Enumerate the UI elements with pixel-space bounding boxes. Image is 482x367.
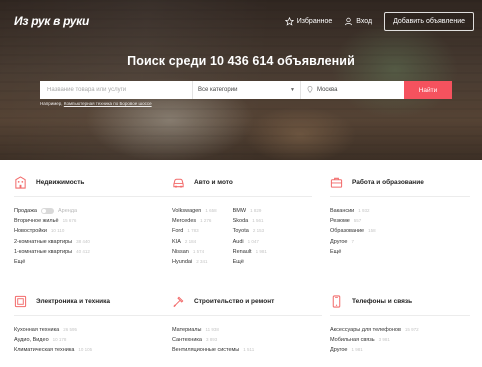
list-item[interactable]: Skoda 1 561 bbox=[233, 216, 267, 226]
city-value: Москва bbox=[317, 87, 338, 93]
list-item[interactable]: Другое 7 bbox=[330, 237, 470, 247]
divider bbox=[172, 196, 312, 197]
toggle-right-label: Аренда bbox=[57, 208, 78, 214]
more-link[interactable]: Ещё bbox=[330, 247, 470, 257]
login-link[interactable]: Вход bbox=[344, 17, 372, 26]
list-item[interactable]: Hyundai 2 341 bbox=[172, 257, 217, 267]
category-header[interactable]: Авто и мото bbox=[172, 175, 312, 189]
category-phones: Телефоны и связь Аксессуары для телефоно… bbox=[330, 294, 470, 356]
divider bbox=[172, 315, 322, 316]
category-list: Вакансии 1 932 Резюме 557 Образование 158 Д… bbox=[330, 206, 470, 257]
list-item[interactable]: Другое 1 981 bbox=[330, 345, 470, 355]
toggle-switch[interactable] bbox=[40, 208, 54, 215]
list-item[interactable]: BMW 1 829 bbox=[233, 206, 267, 216]
category-jobs: Работа и образование Вакансии 1 932 Резюм… bbox=[330, 175, 470, 257]
category-title: Строительство и ремонт bbox=[194, 297, 275, 305]
category-header[interactable]: Телефоны и связь bbox=[330, 294, 470, 308]
category-list: Продажа Аренда Вторичное жильё 15 676 Нов… bbox=[14, 206, 174, 267]
hammer-icon bbox=[172, 295, 185, 308]
briefcase-icon bbox=[330, 176, 343, 189]
list-item[interactable]: Кухонная техника 26 595 bbox=[14, 325, 174, 335]
category-header[interactable]: Электроника и техника bbox=[14, 294, 174, 308]
category-list: Материалы 11 938 Сантехника 3 893 Вентиляц… bbox=[172, 325, 322, 356]
toggle-left-label: Продажа bbox=[14, 208, 37, 214]
search-input[interactable] bbox=[40, 81, 192, 99]
example-link[interactable]: Компьютерная техника по Боровое шоссе bbox=[64, 101, 152, 106]
search-example: Например, Компьютерная техника по Борово… bbox=[40, 101, 152, 106]
login-label: Вход bbox=[356, 18, 373, 25]
building-icon bbox=[14, 175, 27, 189]
favorites-label: Избранное bbox=[296, 18, 333, 25]
list-item[interactable]: Резюме 557 bbox=[330, 216, 470, 226]
divider bbox=[330, 315, 470, 316]
top-navigation: Избранное Вход Добавить объявление bbox=[284, 12, 474, 31]
list-item[interactable]: Toyota 2 153 bbox=[233, 226, 267, 236]
list-item[interactable]: Аудио, Видео 10 178 bbox=[14, 335, 174, 345]
category-header[interactable]: Строительство и ремонт bbox=[172, 294, 322, 308]
sale-rent-toggle[interactable]: Продажа Аренда bbox=[14, 206, 174, 216]
list-item[interactable]: Mercedes 1 276 bbox=[172, 216, 217, 226]
category-select-value: Все категории bbox=[198, 87, 238, 93]
monitor-icon bbox=[14, 295, 27, 308]
list-item[interactable]: Ford 1 783 bbox=[172, 226, 217, 236]
list-item[interactable]: Nissan 1 574 bbox=[172, 247, 217, 257]
user-icon bbox=[344, 17, 353, 26]
category-construction: Строительство и ремонт Материалы 11 938 С… bbox=[172, 294, 322, 356]
category-title: Телефоны и связь bbox=[352, 297, 413, 305]
find-button[interactable]: Найти bbox=[404, 81, 452, 99]
divider bbox=[14, 196, 174, 197]
list-item[interactable]: Вентиляционные системы 1 511 bbox=[172, 345, 322, 355]
category-select[interactable]: Все категории ▼ bbox=[192, 81, 300, 99]
star-icon bbox=[284, 17, 294, 26]
list-item[interactable]: Аксессуары для телефонов 15 972 bbox=[330, 325, 470, 335]
car-icon bbox=[172, 176, 185, 189]
example-label: Например, bbox=[40, 101, 63, 106]
hero-banner: Из рук в руки Избранное Вход Добавить об… bbox=[0, 0, 482, 160]
list-item[interactable]: Renault 1 981 bbox=[233, 247, 267, 257]
list-item[interactable]: Вторичное жильё 15 676 bbox=[14, 216, 174, 226]
favorites-link[interactable]: Избранное bbox=[284, 17, 333, 26]
category-title: Электроника и техника bbox=[36, 297, 111, 305]
list-item[interactable]: KIA 2 184 bbox=[172, 237, 217, 247]
category-auto: Авто и мото Volkswagen 1 658 Mercedes 1 27… bbox=[172, 175, 312, 267]
list-item[interactable]: Вакансии 1 932 bbox=[330, 206, 470, 216]
category-list: Аксессуары для телефонов 15 972 Мобильная… bbox=[330, 325, 470, 356]
city-field[interactable]: Москва bbox=[300, 81, 404, 99]
phone-icon bbox=[330, 294, 343, 308]
list-item[interactable]: Новостройки 10 110 bbox=[14, 226, 174, 236]
list-item[interactable]: Климатическая техника 10 105 bbox=[14, 345, 174, 355]
more-link[interactable]: Ещё bbox=[14, 257, 174, 267]
divider bbox=[14, 315, 174, 316]
brand-column-2: BMW 1 829 Skoda 1 561 Toyota 2 153 Audi 1 04… bbox=[233, 206, 267, 267]
hero-title: Поиск среди 10 436 614 объявлений bbox=[127, 54, 355, 68]
category-title: Работа и образование bbox=[352, 178, 424, 186]
category-header[interactable]: Недвижимость bbox=[14, 175, 174, 189]
brand-columns: Volkswagen 1 658 Mercedes 1 276 Ford 1 783 … bbox=[172, 206, 312, 267]
chevron-down-icon: ▼ bbox=[290, 87, 295, 93]
category-title: Авто и мото bbox=[194, 178, 233, 186]
location-pin-icon bbox=[307, 85, 313, 95]
list-item[interactable]: 2-комнатные квартиры 38 440 bbox=[14, 237, 174, 247]
brand-column-1: Volkswagen 1 658 Mercedes 1 276 Ford 1 783 … bbox=[172, 206, 217, 267]
divider bbox=[330, 196, 470, 197]
category-title: Недвижимость bbox=[36, 178, 85, 186]
site-logo[interactable]: Из рук в руки bbox=[14, 14, 89, 28]
add-listing-button[interactable]: Добавить объявление bbox=[384, 12, 474, 31]
category-electronics: Электроника и техника Кухонная техника 26… bbox=[14, 294, 174, 356]
category-header[interactable]: Работа и образование bbox=[330, 175, 470, 189]
list-item[interactable]: Сантехника 3 893 bbox=[172, 335, 322, 345]
list-item[interactable]: Образование 158 bbox=[330, 226, 470, 236]
list-item[interactable]: Материалы 11 938 bbox=[172, 325, 322, 335]
category-real-estate: Недвижимость Продажа Аренда Вторичное жи… bbox=[14, 175, 174, 267]
list-item[interactable]: 1-комнатные квартиры 40 412 bbox=[14, 247, 174, 257]
list-item[interactable]: Audi 1 047 bbox=[233, 237, 267, 247]
list-item[interactable]: Мобильная связь 3 981 bbox=[330, 335, 470, 345]
category-list: Кухонная техника 26 595 Аудио, Видео 10 17… bbox=[14, 325, 174, 356]
more-link[interactable]: Ещё bbox=[233, 257, 267, 267]
search-bar: Все категории ▼ Москва Найти bbox=[40, 81, 452, 99]
list-item[interactable]: Volkswagen 1 658 bbox=[172, 206, 217, 216]
